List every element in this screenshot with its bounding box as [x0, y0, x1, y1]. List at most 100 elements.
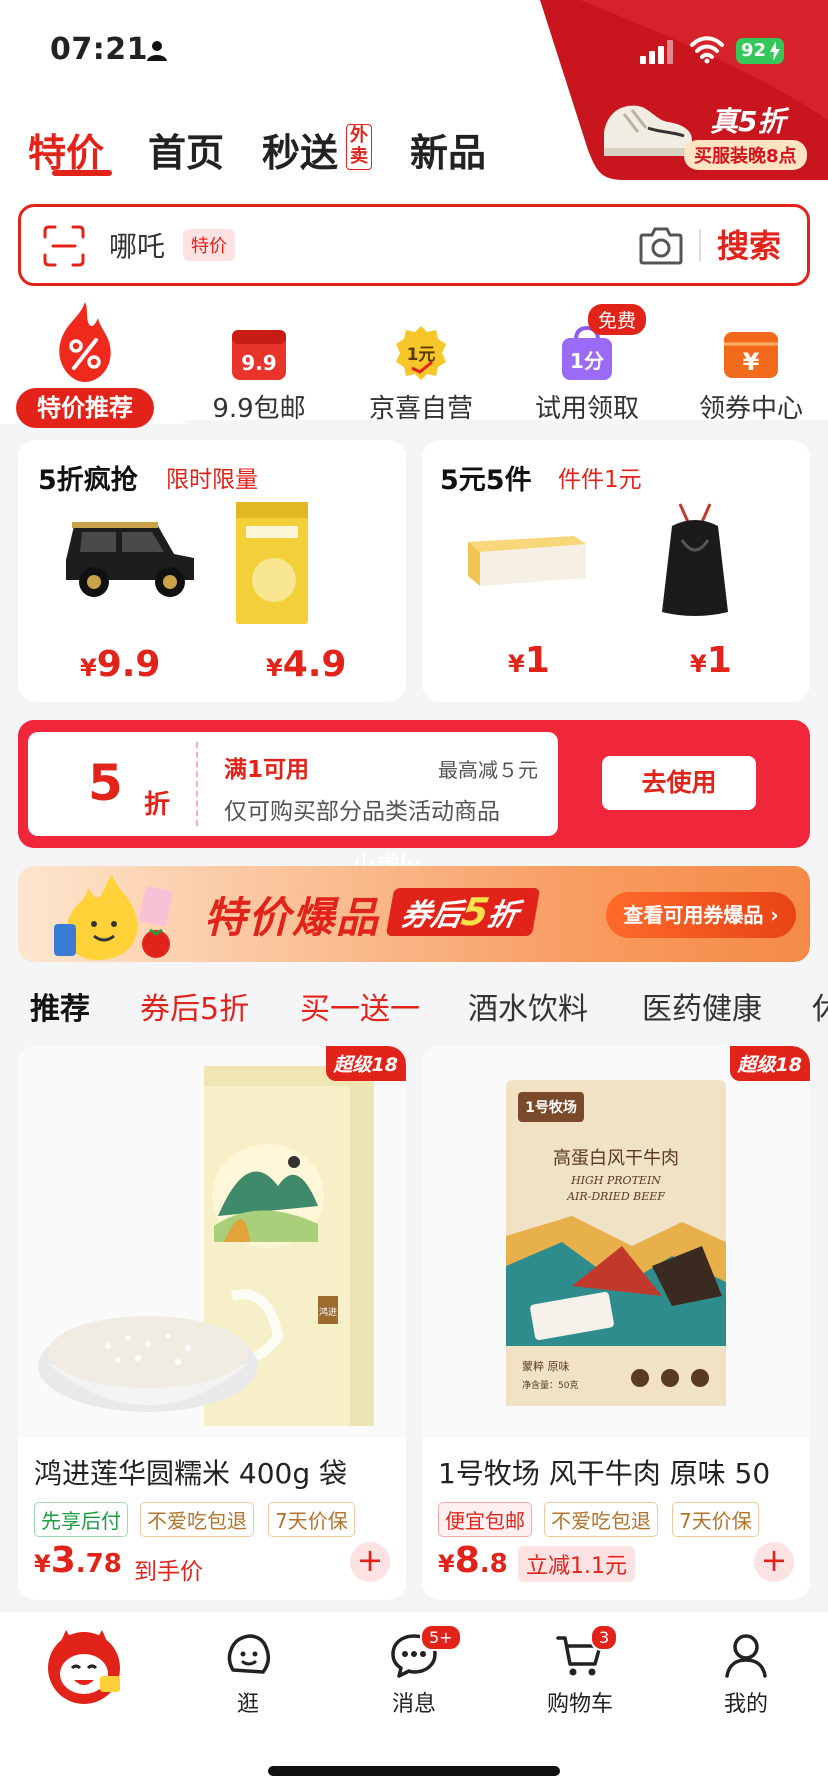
tab-new[interactable]: 新品 [410, 122, 486, 177]
deal-price-value: 4.9 [282, 644, 347, 685]
browse-icon [227, 1634, 271, 1674]
final-price-label: 到手价 [134, 1559, 203, 1585]
product-tag: 不爱吃包退 [140, 1502, 254, 1537]
search-bar[interactable]: 哪吒 特价 搜索 [18, 204, 810, 286]
mascot-icon[interactable] [44, 1626, 124, 1706]
product-tag: 便宜包邮 [438, 1502, 532, 1537]
product-tag: 不爱吃包退 [544, 1502, 658, 1537]
deal-price-value: 1 [524, 640, 550, 681]
deal-card-five-for-five[interactable]: 5元5件 件件1元 ¥1 ¥1 [422, 440, 810, 702]
deal-price: ¥9.9 [80, 644, 161, 685]
view-coupon-deals-button[interactable]: 查看可用券爆品 › [606, 892, 796, 938]
nav-profile[interactable]: 我的 [686, 1630, 806, 1718]
promo-title: 真5折 [710, 105, 786, 138]
category-label: 特价推荐 [16, 388, 154, 428]
nav-messages[interactable]: 消息 5+ [354, 1624, 474, 1718]
deal-price-value: 9.9 [96, 644, 161, 685]
category-icon-text: 9.9 [241, 351, 276, 375]
product-tag: 先享后付 [34, 1502, 128, 1537]
coupon-body: 5 折 满1可用 最高减５元 仅可购买部分品类活动商品 [28, 732, 558, 836]
instant-discount-badge: 立减1.1元 [518, 1546, 635, 1582]
soap-bar-image [468, 536, 586, 586]
message-badge: 5+ [420, 1624, 462, 1651]
product-tag: 7天价保 [672, 1502, 759, 1537]
price-currency: ¥ [34, 1550, 51, 1578]
tab-home[interactable]: 首页 [148, 122, 224, 177]
coupon-description: 仅可购买部分品类活动商品 [224, 799, 500, 825]
coupon-unit: 折 [144, 790, 171, 820]
feed-tab-more[interactable]: 休 [812, 984, 828, 1028]
feed-tab-drinks[interactable]: 酒水饮料 [468, 984, 588, 1028]
beef-jerky-product-image: 1号牧场 高蛋白风干牛肉 HIGH PROTEIN AIR-DRIED BEEF… [422, 1046, 810, 1438]
add-to-cart-button[interactable]: + [754, 1542, 794, 1582]
product-card[interactable]: 1号牧场 高蛋白风干牛肉 HIGH PROTEIN AIR-DRIED BEEF… [422, 1046, 810, 1600]
toy-car-image [66, 522, 194, 597]
tab-miaosong[interactable]: 秒送 [262, 122, 338, 177]
search-divider [699, 229, 701, 261]
scan-icon[interactable] [43, 225, 85, 267]
deal-title: 5元5件 [440, 465, 532, 496]
product-price: ¥8.8 [438, 1540, 508, 1581]
super18-badge: 超级18 [325, 1046, 406, 1081]
waimai-badge: 外卖 [346, 124, 372, 170]
coupon-amount: 5 [88, 754, 123, 812]
nav-label: 消息 [391, 1692, 436, 1717]
banner-title: 特价爆品 [204, 893, 381, 942]
flame-percent-icon [59, 302, 111, 382]
search-button[interactable]: 搜索 [717, 221, 781, 267]
bottom-nav: 逛 消息 5+ 购物车 3 我的 [0, 1612, 828, 1792]
add-to-cart-button[interactable]: + [350, 1542, 390, 1582]
deal-title: 5折疯抢 [38, 465, 138, 496]
banner-tag-prefix: 券后 [398, 898, 465, 933]
coupon-divider [196, 742, 198, 826]
battery-indicator: 92 [736, 38, 784, 64]
promo-corner[interactable]: 真5折 买服装晚8点 [540, 0, 828, 180]
hot-deals-banner[interactable]: 特价爆品 券后5折 查看可用券爆品 › [18, 866, 810, 962]
price-decimal: .8 [479, 1549, 508, 1579]
tab-tejia[interactable]: 特价 [28, 122, 104, 177]
price-integer: 8 [454, 1540, 480, 1581]
product-tag: 7天价保 [268, 1502, 355, 1537]
cellular-signal-icon [640, 40, 673, 64]
super18-badge: 超级18 [729, 1046, 810, 1081]
nav-browse[interactable]: 逛 [188, 1630, 308, 1718]
deal-card-half-price[interactable]: 5折疯抢 限时限量 ¥9.9 ¥4.9 [18, 440, 406, 702]
coupon-condition: 满1可用 [224, 757, 310, 783]
charging-bolt-icon [770, 41, 780, 61]
beef-weight-text: 净含量：50克 [522, 1379, 578, 1391]
category-row: 特价推荐 9.9 9.9包邮 1元 京喜自营 1分 试用领取 ¥ 领券中心 [0, 300, 828, 430]
product-name: 鸿进莲华圆糯米 400g 袋 [34, 1457, 348, 1490]
deal-price-value: 1 [706, 640, 732, 681]
use-coupon-button[interactable]: 去使用 [602, 756, 756, 810]
deal-subtitle: 件件1元 [558, 467, 642, 493]
status-time: 07:21 [50, 32, 148, 67]
product-card[interactable]: 鸿进 超级18 鸿进莲华圆糯米 400g 袋 先享后付 不爱吃包退 7天价保 ¥… [18, 1046, 406, 1600]
wifi-icon [690, 36, 724, 64]
feed-tab-recommend[interactable]: 推荐 [30, 984, 90, 1028]
feed-tab-health[interactable]: 医药健康 [642, 984, 762, 1028]
yuan-coupon-icon: ¥ [724, 332, 778, 378]
coupon-strip[interactable]: 5 折 满1可用 最高减５元 仅可购买部分品类活动商品 去使用 [18, 720, 810, 848]
promo-subtitle: 买服装晚8点 [684, 140, 807, 170]
cart-badge: 3 [590, 1624, 619, 1651]
yellow-box-image [236, 502, 308, 624]
beef-brand-text: 1号牧场 [525, 1099, 577, 1116]
feed-tab-coupon-half[interactable]: 券后5折 [140, 984, 249, 1028]
nav-label: 逛 [236, 1692, 259, 1717]
price-integer: 3 [50, 1540, 76, 1581]
nav-cart[interactable]: 购物车 3 [520, 1624, 640, 1718]
deal-price: ¥1 [690, 640, 732, 681]
search-tag: 特价 [183, 229, 235, 261]
feed-tabs: 推荐 券后5折 买一送一 酒水饮料 医药健康 休 [0, 976, 828, 1034]
trash-bag-image [662, 503, 728, 616]
banner-tag: 券后5折 [385, 888, 541, 936]
camera-icon[interactable] [639, 225, 683, 265]
search-input[interactable]: 哪吒 [109, 225, 165, 265]
rice-seal-text: 鸿进 [319, 1306, 337, 1318]
deal-price: ¥1 [508, 640, 550, 681]
battery-level: 92 [741, 40, 767, 61]
feed-tab-buy-one-get-one[interactable]: 买一送一 [300, 984, 420, 1028]
deal-price: ¥4.9 [266, 644, 347, 685]
price-decimal: .78 [75, 1549, 122, 1579]
nav-label: 我的 [723, 1692, 768, 1717]
